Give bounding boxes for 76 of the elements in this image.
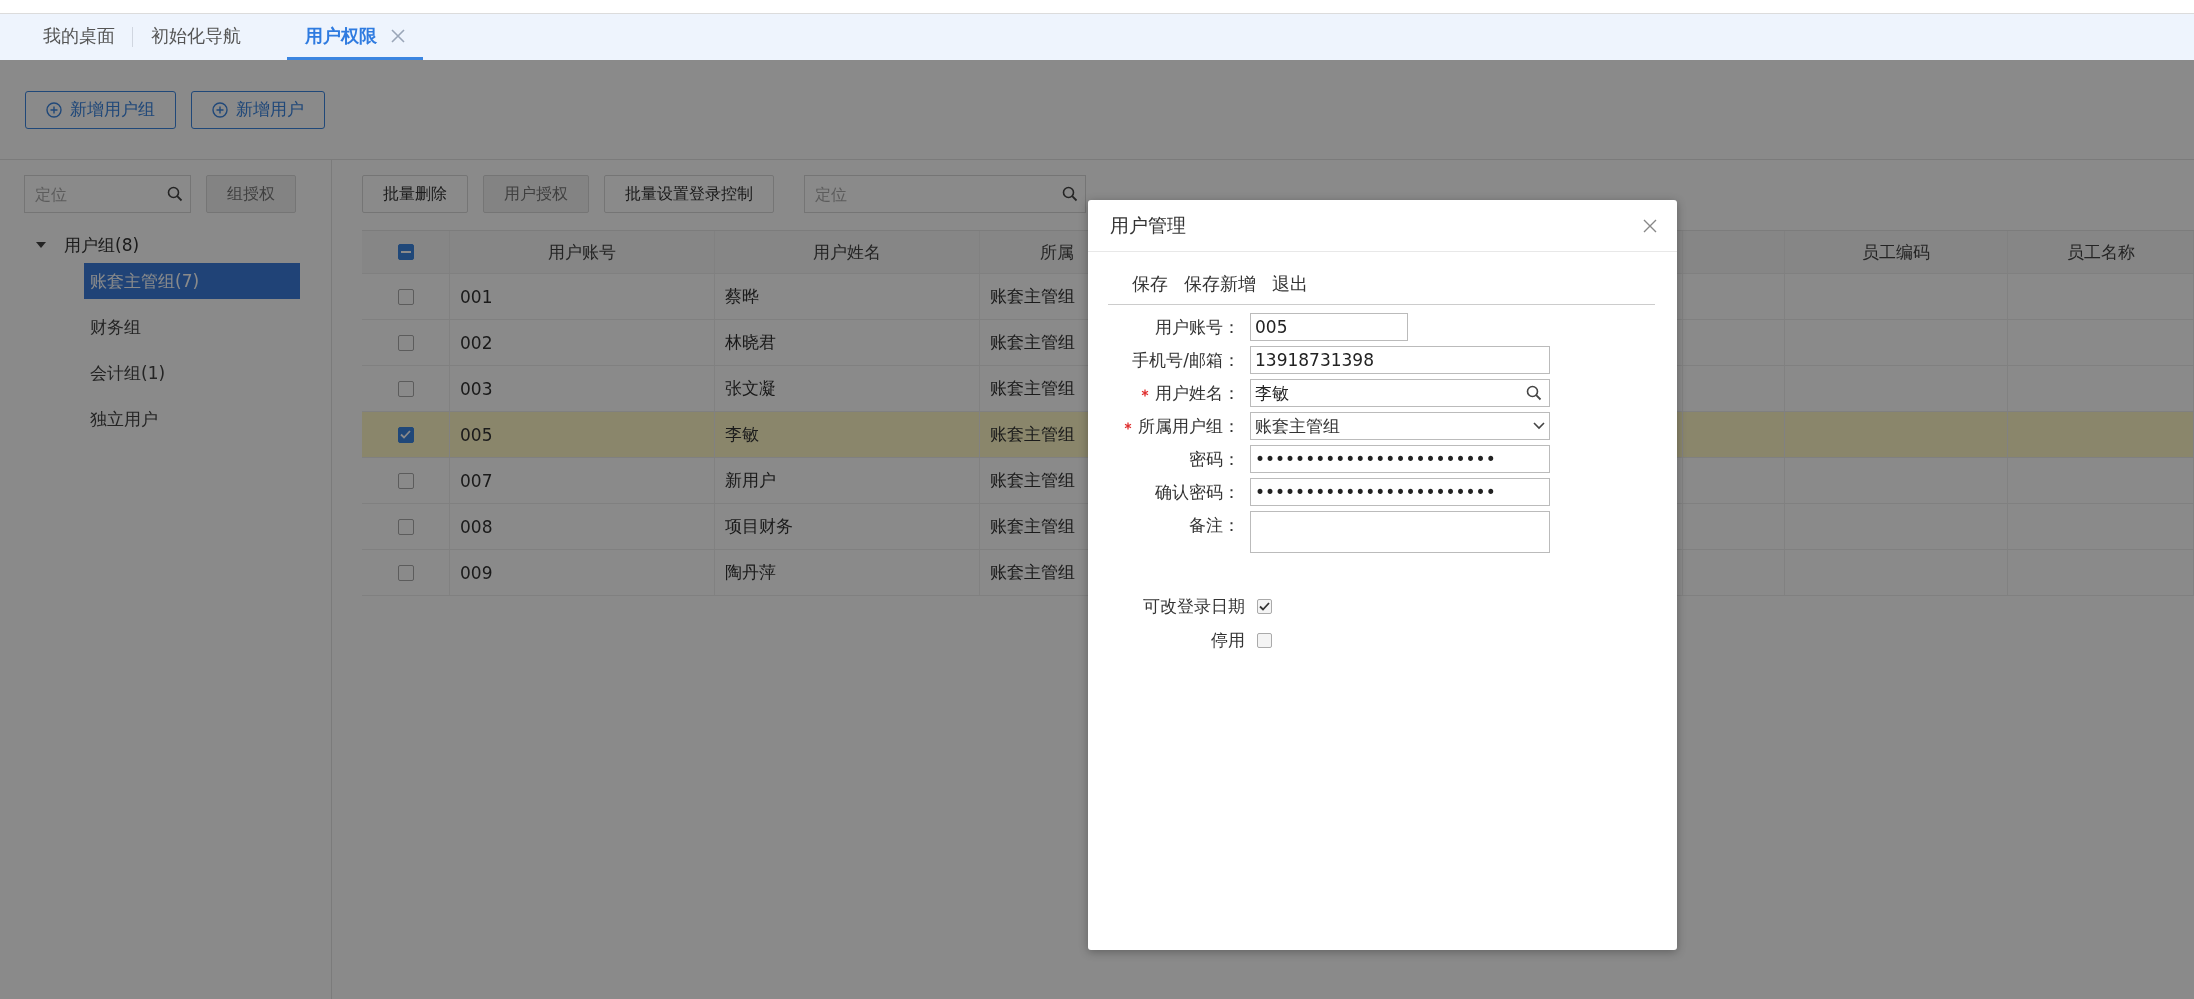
search-icon[interactable] (1062, 186, 1078, 202)
table-cell: 007 (460, 470, 493, 491)
search-icon[interactable] (1526, 385, 1542, 401)
input-field[interactable]: 005 (1250, 313, 1408, 341)
row-checkbox[interactable] (397, 334, 414, 351)
row-checkbox[interactable] (397, 380, 414, 397)
action-link[interactable]: 保存 (1132, 272, 1168, 296)
tree-item[interactable]: 会计组(1) (84, 355, 300, 391)
remarks-field[interactable] (1250, 511, 1550, 553)
checkbox-label: 可改登录日期 (1143, 595, 1245, 618)
tree-item[interactable]: 账套主管组(7) (84, 263, 300, 299)
checkbox-label: 停用 (1211, 629, 1245, 652)
table-cell: 008 (460, 516, 493, 537)
table-cell: 账套主管组 (990, 285, 1075, 308)
row-checkbox[interactable] (397, 472, 414, 489)
table-cell: 账套主管组 (990, 423, 1075, 446)
table-cell: 李敏 (725, 423, 759, 446)
column-header: 所属 (1040, 240, 1074, 264)
search-field[interactable]: 李敏 (1250, 379, 1550, 407)
field-label: 备注： (1189, 513, 1240, 537)
plus-circle-icon (46, 101, 62, 118)
action-link[interactable]: 退出 (1272, 272, 1308, 296)
column-header: 用户账号 (548, 240, 616, 264)
input-field[interactable]: •••••••••••••••••••••••• (1250, 478, 1550, 506)
field-label: 密码： (1189, 447, 1240, 471)
table-cell: 账套主管组 (990, 331, 1075, 354)
field-label: 用户账号： (1155, 315, 1240, 339)
dialog-title: 用户管理 (1110, 212, 1186, 238)
input-field[interactable]: •••••••••••••••••••••••• (1250, 445, 1550, 473)
table-cell: 新用户 (725, 469, 776, 492)
table-cell: 蔡晔 (725, 285, 759, 308)
field-label: 所属用户组： (1138, 414, 1240, 438)
table-cell: 账套主管组 (990, 377, 1075, 400)
select-all-checkbox[interactable] (397, 244, 414, 260)
table-cell: 账套主管组 (990, 469, 1075, 492)
action-link[interactable]: 保存新增 (1184, 272, 1256, 296)
tab[interactable]: 初始化导航 (133, 14, 259, 60)
column-header: 员工编码 (1862, 240, 1930, 264)
column-header: 员工名称 (2066, 240, 2135, 264)
column-header: 用户姓名 (813, 240, 881, 264)
select-field[interactable]: 账套主管组 (1250, 412, 1550, 440)
tree-item[interactable]: 独立用户 (84, 401, 300, 437)
field-label: 用户姓名： (1155, 381, 1240, 405)
plus-circle-icon (212, 101, 228, 118)
table-cell: 009 (460, 562, 493, 583)
toolbar-button[interactable]: 批量设置登录控制 (604, 175, 774, 213)
row-checkbox[interactable] (397, 426, 414, 443)
toolbar-button[interactable]: 批量删除 (362, 175, 468, 213)
checkbox[interactable] (1257, 599, 1272, 614)
table-cell: 账套主管组 (990, 515, 1075, 538)
table-cell: 005 (460, 424, 493, 445)
row-checkbox[interactable] (397, 288, 414, 305)
row-checkbox[interactable] (397, 518, 414, 535)
table-cell: 001 (460, 286, 493, 307)
table-cell: 林晓君 (725, 331, 776, 354)
chevron-down-icon (1533, 422, 1545, 430)
field-label: 手机号/邮箱： (1132, 348, 1240, 372)
input-field[interactable]: 13918731398 (1250, 346, 1550, 374)
table-cell: 002 (460, 332, 493, 353)
tab[interactable]: 我的桌面 (25, 14, 133, 60)
table-cell: 项目财务 (725, 515, 793, 538)
field-label: 确认密码： (1155, 480, 1240, 504)
row-checkbox[interactable] (397, 564, 414, 581)
tree-item[interactable]: 用户组(8) (58, 229, 146, 261)
tree-item[interactable]: 财务组 (84, 309, 300, 345)
checkbox[interactable] (1257, 633, 1272, 648)
add-button[interactable]: 新增用户组 (25, 90, 176, 129)
table-cell: 账套主管组 (990, 561, 1075, 584)
close-icon[interactable] (391, 28, 405, 43)
add-button[interactable]: 新增用户 (191, 90, 325, 129)
caret-icon[interactable] (36, 240, 46, 250)
table-cell: 003 (460, 378, 493, 399)
close-icon[interactable] (1643, 218, 1657, 233)
table-cell: 张文凝 (725, 377, 776, 400)
table-cell: 陶丹萍 (725, 561, 776, 584)
search-icon[interactable] (167, 186, 183, 202)
